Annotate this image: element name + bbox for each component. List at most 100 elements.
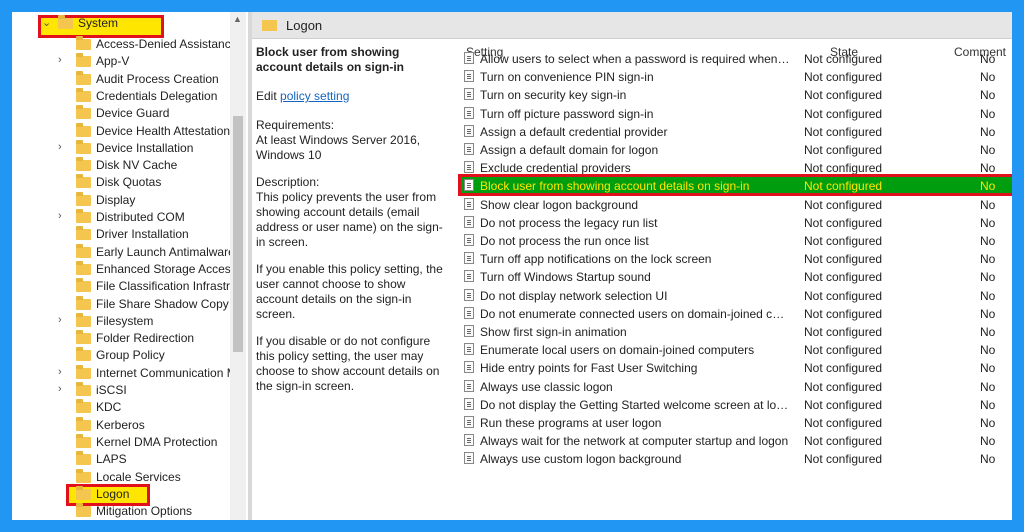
- chevron-down-icon[interactable]: ⌄: [42, 16, 52, 29]
- cell-setting: Exclude credential providers: [480, 161, 631, 175]
- table-row[interactable]: Show clear logon background Not configure…: [458, 196, 1012, 214]
- table-row[interactable]: Show first sign-in animation Not configur…: [458, 323, 1012, 341]
- chevron-right-icon[interactable]: ›: [58, 210, 68, 222]
- pane-header: Logon: [252, 12, 1012, 39]
- tree-item[interactable]: Kernel DMA Protection: [12, 434, 242, 451]
- tree-item[interactable]: Audit Process Creation: [12, 71, 242, 88]
- tree-item-label: Credentials Delegation: [96, 89, 218, 103]
- edit-policy-link[interactable]: policy setting: [280, 89, 349, 103]
- table-row[interactable]: Assign a default domain for logon Not con…: [458, 141, 1012, 159]
- table-row[interactable]: Assign a default credential provider Not …: [458, 123, 1012, 141]
- tree-item[interactable]: Kerberos: [12, 417, 242, 434]
- pane-title: Logon: [286, 18, 323, 33]
- folder-icon: [76, 399, 91, 413]
- chevron-right-icon[interactable]: ›: [58, 366, 68, 378]
- scroll-up-icon[interactable]: ▲: [233, 14, 242, 24]
- tree-item[interactable]: File Share Shadow Copy Pr: [12, 296, 242, 313]
- policy-description: Block user from showing account details …: [252, 39, 452, 520]
- tree-item[interactable]: Device Guard: [12, 105, 242, 122]
- policy-setting-icon: [464, 70, 474, 82]
- table-row[interactable]: Turn off picture password sign-in Not con…: [458, 105, 1012, 123]
- table-row[interactable]: Run these programs at user logon Not conf…: [458, 414, 1012, 432]
- folder-icon: [76, 123, 91, 137]
- policy-setting-icon: [464, 307, 474, 319]
- tree-item-label: Group Policy: [96, 348, 165, 362]
- policy-setting-icon: [464, 234, 474, 246]
- table-row[interactable]: Always use custom logon background Not co…: [458, 450, 1012, 468]
- folder-icon: [76, 71, 91, 85]
- table-row[interactable]: Do not process the legacy run list Not co…: [458, 214, 1012, 232]
- tree-item[interactable]: Credentials Delegation: [12, 88, 242, 105]
- chevron-right-icon[interactable]: ›: [58, 383, 68, 395]
- policy-setting-icon: [464, 270, 474, 282]
- table-row[interactable]: Enumerate local users on domain-joined c…: [458, 341, 1012, 359]
- chevron-right-icon[interactable]: ›: [58, 314, 68, 326]
- tree-item[interactable]: Early Launch Antimalware: [12, 244, 242, 261]
- tree-item-label: Access-Denied Assistance: [96, 37, 238, 51]
- table-row[interactable]: Turn off Windows Startup sound Not config…: [458, 268, 1012, 286]
- tree-item[interactable]: File Classification Infrastru: [12, 278, 242, 295]
- cell-comment: No: [980, 307, 996, 321]
- tree-item[interactable]: Disk Quotas: [12, 174, 242, 191]
- table-row[interactable]: Do not enumerate connected users on doma…: [458, 305, 1012, 323]
- table-row[interactable]: Turn on convenience PIN sign-in Not confi…: [458, 68, 1012, 86]
- tree-item-label: Filesystem: [96, 314, 154, 328]
- tree-scrollbar[interactable]: ▲: [230, 12, 246, 520]
- chevron-right-icon[interactable]: ›: [58, 141, 68, 153]
- folder-icon: [76, 330, 91, 344]
- chevron-right-icon[interactable]: ›: [58, 54, 68, 66]
- folder-icon: [76, 313, 91, 327]
- tree-item-label: Device Installation: [96, 141, 194, 155]
- tree-item[interactable]: KDC: [12, 399, 242, 416]
- tree-item[interactable]: Disk NV Cache: [12, 157, 242, 174]
- tree-item-label: Driver Installation: [96, 227, 189, 241]
- tree-item-label: Kerberos: [96, 418, 145, 432]
- policy-setting-icon: [464, 88, 474, 100]
- tree-item[interactable]: LAPS: [12, 451, 242, 468]
- tree-item[interactable]: Mitigation Options: [12, 503, 242, 520]
- tree-item-system[interactable]: ⌄ System: [12, 15, 242, 32]
- cell-comment: No: [980, 343, 996, 357]
- table-row[interactable]: Exclude credential providers Not configur…: [458, 159, 1012, 177]
- tree-item[interactable]: › Distributed COM: [12, 209, 242, 226]
- tree-item[interactable]: Group Policy: [12, 347, 242, 364]
- table-row[interactable]: Hide entry points for Fast User Switchin…: [458, 359, 1012, 377]
- tree-item[interactable]: Logon: [12, 486, 242, 503]
- table-row[interactable]: Do not display network selection UI Not c…: [458, 287, 1012, 305]
- table-row[interactable]: Do not display the Getting Started welco…: [458, 396, 1012, 414]
- table-row[interactable]: Always wait for the network at computer …: [458, 432, 1012, 450]
- tree-item[interactable]: › App-V: [12, 53, 242, 70]
- table-row[interactable]: Do not process the run once list Not conf…: [458, 232, 1012, 250]
- tree-item[interactable]: › Device Installation: [12, 140, 242, 157]
- tree-item[interactable]: Folder Redirection: [12, 330, 242, 347]
- edit-prefix: Edit: [256, 89, 281, 103]
- cell-comment: No: [980, 434, 996, 448]
- tree-item-label: Audit Process Creation: [96, 72, 219, 86]
- table-row[interactable]: Turn on security key sign-in Not configur…: [458, 86, 1012, 104]
- folder-icon: [76, 53, 91, 67]
- tree-item[interactable]: › Filesystem: [12, 313, 242, 330]
- tree-item[interactable]: Driver Installation: [12, 226, 242, 243]
- cell-state: Not configured: [804, 270, 883, 284]
- cell-setting: Always wait for the network at computer …: [480, 434, 789, 448]
- tree-item[interactable]: › Internet Communication M: [12, 365, 242, 382]
- folder-icon: [76, 105, 91, 119]
- table-row[interactable]: Always use classic logon Not configured No: [458, 378, 1012, 396]
- table-row[interactable]: Turn off app notifications on the lock s…: [458, 250, 1012, 268]
- cell-state: Not configured: [804, 325, 883, 339]
- tree-item[interactable]: Device Health Attestation S: [12, 123, 242, 140]
- cell-comment: No: [980, 380, 996, 394]
- scrollbar-thumb[interactable]: [233, 116, 243, 352]
- cell-state: Not configured: [804, 143, 883, 157]
- table-row[interactable]: Allow users to select when a password is…: [458, 50, 1012, 68]
- tree-item[interactable]: › iSCSI: [12, 382, 242, 399]
- folder-icon: [76, 174, 91, 188]
- cell-state: Not configured: [804, 88, 883, 102]
- policy-setting-icon: [464, 452, 474, 464]
- tree-item[interactable]: Display: [12, 192, 242, 209]
- tree-item[interactable]: Access-Denied Assistance: [12, 36, 242, 53]
- cell-comment: No: [980, 452, 996, 466]
- cell-state: Not configured: [804, 234, 883, 248]
- table-row[interactable]: Block user from showing account details …: [458, 177, 1012, 195]
- tree-item[interactable]: Enhanced Storage Access: [12, 261, 242, 278]
